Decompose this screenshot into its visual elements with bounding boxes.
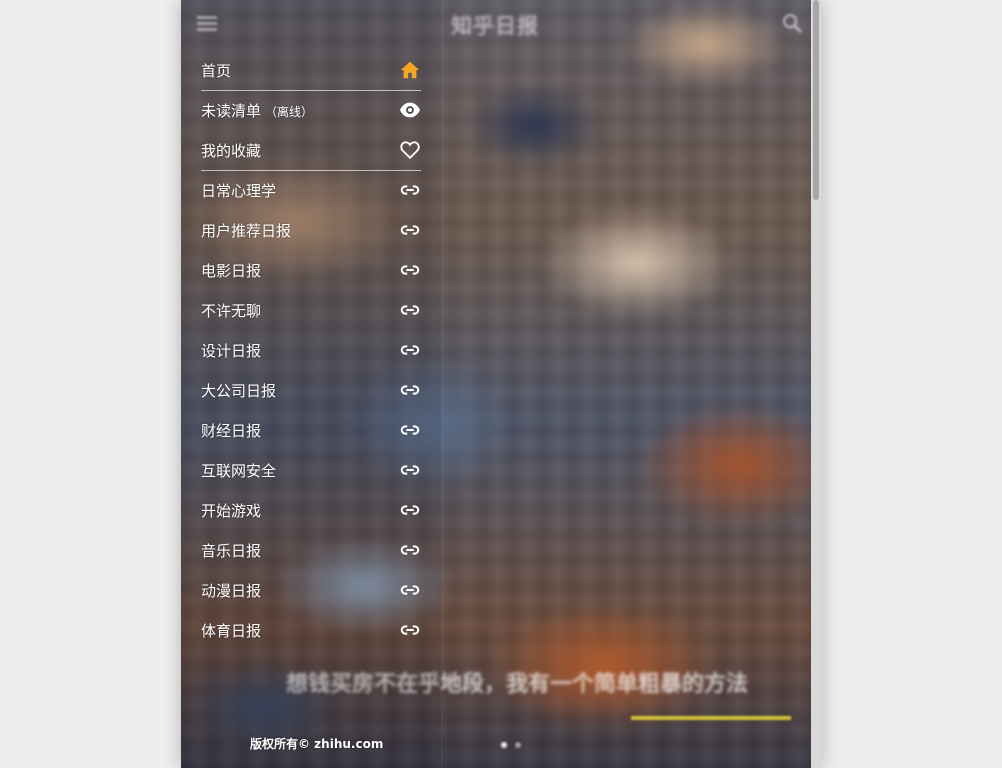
sidebar-item-label: 电影日报 [201,260,261,281]
app-window: 知乎日报 想钱买房不在乎地段，我有一个简单粗暴的方法 首页 未读清单 （离线） 我的收… [181,0,821,768]
sidebar-item-channel-3[interactable]: 日常心理学 [201,170,421,210]
sidebar-item-label: 未读清单 （离线） [201,100,313,121]
sidebar-item-text: 未读清单 [201,101,262,120]
sidebar-item-text: 不许无聊 [201,301,262,320]
sidebar-item-label: 动漫日报 [201,580,261,601]
side-drawer: 首页未读清单 （离线） 我的收藏日常心理学用户推荐日报 电影日报不许无聊设计日报大公司… [181,0,442,768]
sidebar-item-home[interactable]: 首页 [201,50,421,90]
sidebar-item-label: 音乐日报 [201,540,261,561]
link-icon [399,259,421,281]
link-icon [399,299,421,321]
drawer-divider [201,90,421,91]
sidebar-item-text: 我的收藏 [201,141,262,160]
banner-pager-dots[interactable] [501,742,521,748]
sidebar-item-label: 体育日报 [201,620,261,641]
sidebar-item-text: 动漫日报 [201,581,262,600]
sidebar-item-channel-5[interactable]: 电影日报 [201,250,421,290]
sidebar-item-label: 用户推荐日报 [201,220,291,241]
sidebar-item-label: 大公司日报 [201,380,276,401]
offline-tag: （离线） [265,104,314,119]
link-icon [399,339,421,361]
search-icon[interactable] [781,12,803,34]
scrollbar-thumb[interactable] [813,0,819,200]
sidebar-item-label: 首页 [201,60,231,81]
sidebar-item-eye[interactable]: 未读清单 （离线） [201,90,421,130]
eye-icon [399,99,421,121]
pager-dot[interactable] [501,742,507,748]
drawer-divider [201,170,421,171]
link-icon [399,499,421,521]
sidebar-item-text: 音乐日报 [201,541,262,560]
sidebar-item-text: 体育日报 [201,621,262,640]
sidebar-item-channel-7[interactable]: 设计日报 [201,330,421,370]
sidebar-item-text: 用户推荐日报 [201,221,292,240]
sidebar-item-text: 日常心理学 [201,181,277,200]
sidebar-item-channel-12[interactable]: 音乐日报 [201,530,421,570]
link-icon [399,419,421,441]
sidebar-item-channel-8[interactable]: 大公司日报 [201,370,421,410]
heart-icon [399,139,421,161]
sidebar-item-text: 首页 [201,61,232,80]
sidebar-item-label: 互联网安全 [201,460,276,481]
sidebar-item-channel-11[interactable]: 开始游戏 [201,490,421,530]
sidebar-item-channel-10[interactable]: 互联网安全 [201,450,421,490]
sidebar-item-label: 设计日报 [201,340,261,361]
link-icon [399,619,421,641]
sidebar-item-channel-13[interactable]: 动漫日报 [201,570,421,610]
link-icon [399,579,421,601]
link-icon [399,219,421,241]
sidebar-item-channel-6[interactable]: 不许无聊 [201,290,421,330]
sidebar-item-label: 我的收藏 [201,140,261,161]
banner-progress-line [631,716,791,720]
scrollbar[interactable] [811,0,821,768]
sidebar-item-label: 财经日报 [201,420,261,441]
sidebar-item-channel-4[interactable]: 用户推荐日报 [201,210,421,250]
home-icon [399,59,421,81]
link-icon [399,459,421,481]
copyright-text: 版权所有© zhihu.com [250,737,384,751]
sidebar-item-text: 开始游戏 [201,501,262,520]
link-icon [399,379,421,401]
link-icon [399,179,421,201]
sidebar-item-text: 设计日报 [201,341,262,360]
sidebar-item-label: 日常心理学 [201,180,276,201]
sidebar-item-heart[interactable]: 我的收藏 [201,130,421,170]
sidebar-item-label: 开始游戏 [201,500,261,521]
sidebar-item-text: 大公司日报 [201,381,277,400]
app-title: 知乎日报 [451,14,539,38]
pager-dot[interactable] [515,742,521,748]
sidebar-item-text: 财经日报 [201,421,262,440]
link-icon [399,539,421,561]
sidebar-item-channel-14[interactable]: 体育日报 [201,610,421,650]
sidebar-item-text: 电影日报 [201,261,262,280]
sidebar-item-label: 不许无聊 [201,300,261,321]
sidebar-item-text: 互联网安全 [201,461,277,480]
sidebar-item-channel-9[interactable]: 财经日报 [201,410,421,450]
